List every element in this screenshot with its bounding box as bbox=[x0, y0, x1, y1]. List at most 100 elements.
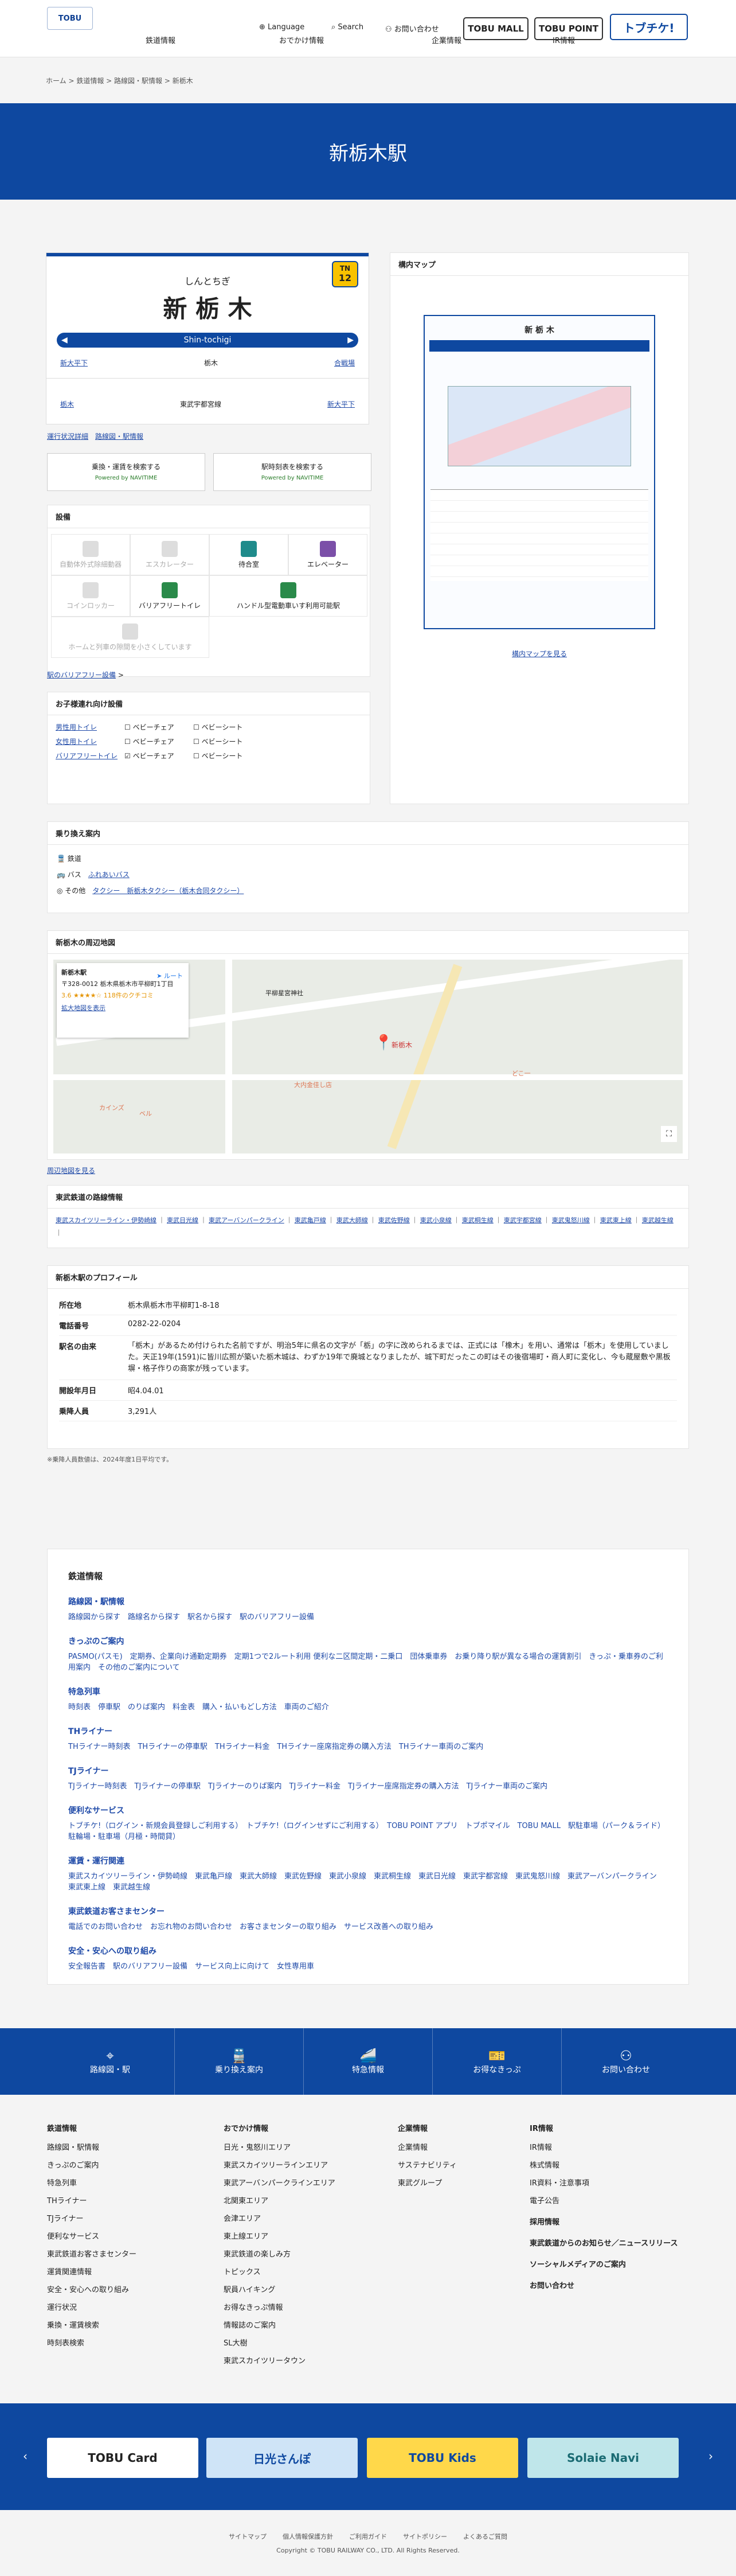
bottom-link[interactable]: サイトマップ bbox=[229, 2533, 267, 2540]
footer-link[interactable]: お得なきっぷ情報 bbox=[224, 2301, 335, 2312]
line-link[interactable]: 東武宇都宮線 bbox=[504, 1217, 542, 1224]
bus-link[interactable]: ふれあいバス bbox=[88, 871, 130, 879]
railinfo-section-links[interactable]: トブチケ!（ログイン・新規会員登録しご利用する） トブチケ!（ログインせずにご利… bbox=[68, 1819, 668, 1841]
footer-link[interactable]: 東武アーバンパークラインエリア bbox=[224, 2177, 335, 2188]
line-link[interactable]: 東武大師線 bbox=[336, 1217, 368, 1224]
nav-corp[interactable]: 企業情報 bbox=[432, 34, 461, 45]
footer-col-heading[interactable]: おでかけ情報 bbox=[224, 2122, 335, 2133]
footer-extra-heading[interactable]: 東武鉄道からのお知らせ／ニュースリリース bbox=[530, 2237, 678, 2248]
railinfo-section-title[interactable]: 便利なサービス bbox=[68, 1805, 668, 1816]
railinfo-section-links[interactable]: 東武スカイツリーライン・伊勢崎線 東武亀戸線 東武大師線 東武佐野線 東武小泉線… bbox=[68, 1870, 668, 1892]
timetable-search-button[interactable]: 駅時刻表を検索する Powered by NAVITIME bbox=[213, 453, 371, 491]
bottom-link[interactable]: ご利用ガイド bbox=[349, 2533, 387, 2540]
footer-link[interactable]: 東武スカイツリーラインエリア bbox=[224, 2159, 335, 2170]
next-station[interactable]: 合戦場 bbox=[334, 358, 355, 368]
station-map-link[interactable]: 構内マップを見る bbox=[512, 650, 567, 658]
footer-link[interactable]: 乗換・運賃検索 bbox=[47, 2319, 136, 2330]
branch-station[interactable]: 栃木 bbox=[60, 399, 74, 409]
footer-link[interactable]: 運行状況 bbox=[47, 2301, 136, 2312]
footer-link[interactable]: 東上線エリア bbox=[224, 2230, 335, 2241]
railinfo-section-title[interactable]: 路線図・駅情報 bbox=[68, 1596, 668, 1607]
footer-link[interactable]: トピックス bbox=[224, 2266, 335, 2277]
footer-link[interactable]: 東武スカイツリータウン bbox=[224, 2355, 335, 2365]
footer-link[interactable]: 東武鉄道の楽しみ方 bbox=[224, 2248, 335, 2259]
railinfo-section-title[interactable]: 特急列車 bbox=[68, 1686, 668, 1697]
language-button[interactable]: ⊕ Language bbox=[259, 23, 304, 32]
footer-col-heading[interactable]: IR情報 bbox=[530, 2122, 678, 2133]
area-map[interactable]: 📍 新栃木 平柳星宮神社 どこ一 ベル カインズ 大内金佳し店 新栃木駅 〒32… bbox=[53, 960, 683, 1153]
route-button[interactable]: ➤ ルート bbox=[156, 971, 183, 980]
banner-tobu-card[interactable]: TOBU Card bbox=[47, 2438, 198, 2478]
footer-link[interactable]: 東武グループ bbox=[398, 2177, 457, 2188]
map-enlarge-link[interactable]: 拡大地図を表示 bbox=[61, 1003, 184, 1012]
footer-col-heading[interactable]: 企業情報 bbox=[398, 2122, 457, 2133]
footer-extra-heading[interactable]: ソーシャルメディアのご案内 bbox=[530, 2258, 678, 2269]
footer-link[interactable]: 時刻表検索 bbox=[47, 2337, 136, 2348]
tobuchike-button[interactable]: トブチケ! bbox=[610, 14, 688, 40]
routemap-link[interactable]: 路線図・駅情報 bbox=[95, 432, 143, 441]
station-map-image[interactable]: 新 栃 木 bbox=[424, 315, 655, 629]
footer-link[interactable]: 便利なサービス bbox=[47, 2230, 136, 2241]
railinfo-section-title[interactable]: 東武鉄道お客さまセンター bbox=[68, 1905, 668, 1917]
bottom-link[interactable]: サイトポリシー bbox=[403, 2533, 447, 2540]
tile-routemap[interactable]: ⌖ 路線図・駅 bbox=[46, 2028, 175, 2095]
contact-link[interactable]: ⚇ お問い合わせ bbox=[385, 23, 439, 34]
railinfo-section-title[interactable]: 安全・安心への取り組み bbox=[68, 1945, 668, 1957]
line-link[interactable]: 東武鬼怒川線 bbox=[552, 1217, 590, 1224]
tile-limited[interactable]: 🚄 特急情報 bbox=[304, 2028, 433, 2095]
barrier-free-link[interactable]: 駅のバリアフリー設備 bbox=[47, 671, 116, 679]
railinfo-section-title[interactable]: TJライナー bbox=[68, 1765, 668, 1776]
footer-link[interactable]: 運賃関連情報 bbox=[47, 2266, 136, 2277]
tile-transfer[interactable]: 🚆 乗り換え案内 bbox=[175, 2028, 304, 2095]
footer-link[interactable]: 日光・鬼怒川エリア bbox=[224, 2141, 335, 2152]
banner-kids[interactable]: TOBU Kids bbox=[367, 2438, 518, 2478]
railinfo-section-title[interactable]: 運賃・運行関連 bbox=[68, 1855, 668, 1866]
railinfo-section-links[interactable]: TJライナー時刻表 TJライナーの停車駅 TJライナーのりば案内 TJライナー料… bbox=[68, 1780, 668, 1791]
footer-link[interactable]: 情報誌のご案内 bbox=[224, 2319, 335, 2330]
line-link[interactable]: 東武桐生線 bbox=[462, 1217, 494, 1224]
banner-solaie[interactable]: Solaie Navi bbox=[527, 2438, 679, 2478]
footer-link[interactable]: 電子公告 bbox=[530, 2195, 678, 2205]
railinfo-section-links[interactable]: 電話でのお問い合わせ お忘れ物のお問い合わせ お客さまセンターの取り組み サービ… bbox=[68, 1920, 668, 1931]
footer-link[interactable]: 北関東エリア bbox=[224, 2195, 335, 2205]
railinfo-section-title[interactable]: THライナー bbox=[68, 1725, 668, 1737]
railinfo-section-links[interactable]: PASMO(パスモ) 定期券、企業向け通勤定期券 定期1つで2ルート利用 便利な… bbox=[68, 1650, 668, 1672]
line-link[interactable]: 東武越生線 bbox=[642, 1217, 674, 1224]
tobu-point-button[interactable]: TOBU POINT bbox=[534, 17, 603, 40]
line-link[interactable]: 東武日光線 bbox=[167, 1217, 198, 1224]
line-link[interactable]: 東武東上線 bbox=[600, 1217, 632, 1224]
bottom-link[interactable]: よくあるご質問 bbox=[463, 2533, 507, 2540]
bottom-link[interactable]: 個人情報保護方針 bbox=[283, 2533, 333, 2540]
kids-row-label[interactable]: 女性用トイレ bbox=[56, 736, 124, 746]
footer-link[interactable]: 会津エリア bbox=[224, 2212, 335, 2223]
tile-contact[interactable]: ⚇ お問い合わせ bbox=[562, 2028, 690, 2095]
footer-link[interactable]: TJライナー bbox=[47, 2212, 136, 2223]
tobu-logo[interactable]: TOBU bbox=[47, 7, 93, 30]
nav-outing[interactable]: おでかけ情報 bbox=[279, 34, 324, 45]
tobu-mall-button[interactable]: TOBU MALL bbox=[463, 17, 528, 40]
footer-link[interactable]: IR資料・注意事項 bbox=[530, 2177, 678, 2188]
footer-link[interactable]: 株式情報 bbox=[530, 2159, 678, 2170]
banner-nikko[interactable]: 日光さんぽ bbox=[206, 2438, 358, 2478]
fare-search-button[interactable]: 乗換・運賃を検索する Powered by NAVITIME bbox=[47, 453, 205, 491]
footer-link[interactable]: 路線図・駅情報 bbox=[47, 2141, 136, 2152]
railinfo-section-title[interactable]: きっぷのご案内 bbox=[68, 1635, 668, 1647]
area-map-link[interactable]: 周辺地図を見る bbox=[47, 1167, 95, 1175]
footer-extra-heading[interactable]: お問い合わせ bbox=[530, 2279, 678, 2290]
footer-link[interactable]: サステナビリティ bbox=[398, 2159, 457, 2170]
railinfo-section-links[interactable]: 時刻表 停車駅 のりば案内 料金表 購入・払いもどし方法 車両のご紹介 bbox=[68, 1701, 668, 1712]
prev-arrow-icon[interactable]: ‹ bbox=[23, 2449, 28, 2463]
footer-link[interactable]: 東武鉄道お客さまセンター bbox=[47, 2248, 136, 2259]
taxi-link[interactable]: タクシー 新栃木タクシー（栃木合同タクシー） bbox=[92, 887, 244, 895]
footer-link[interactable]: 駅員ハイキング bbox=[224, 2283, 335, 2294]
line-link[interactable]: 東武アーバンパークライン bbox=[209, 1217, 284, 1224]
line-link[interactable]: 東武佐野線 bbox=[378, 1217, 410, 1224]
railinfo-section-links[interactable]: 路線図から探す 路線名から探す 駅名から探す 駅のバリアフリー設備 bbox=[68, 1611, 668, 1622]
fullscreen-icon[interactable]: ⛶ bbox=[661, 1126, 677, 1142]
kids-row-label[interactable]: バリアフリートイレ bbox=[56, 751, 124, 761]
line-link[interactable]: 東武小泉線 bbox=[420, 1217, 452, 1224]
footer-col-heading[interactable]: 鉄道情報 bbox=[47, 2122, 136, 2133]
branch-next[interactable]: 新大平下 bbox=[327, 399, 355, 409]
prev-station[interactable]: 新大平下 bbox=[60, 358, 88, 368]
crumb-routes[interactable]: 路線図・駅情報 bbox=[114, 77, 162, 85]
